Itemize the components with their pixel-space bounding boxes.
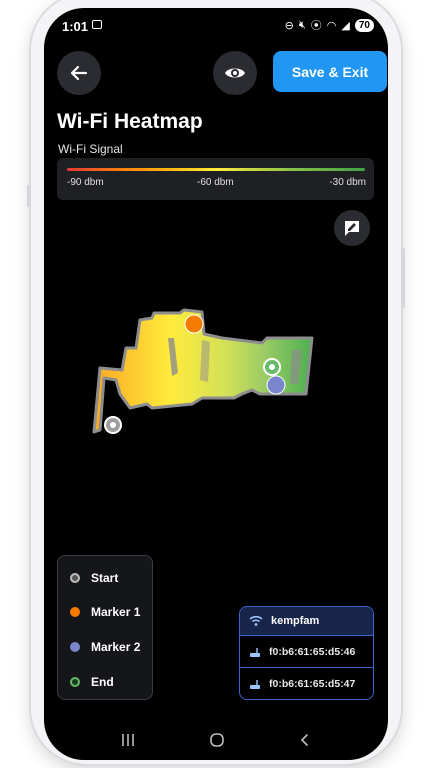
marker-1-dot-icon bbox=[70, 607, 80, 617]
legend-label: Start bbox=[91, 571, 119, 585]
status-bar: 1:01 ⊖ 🔇︎ ⦿ ◠ ◢ 70 bbox=[44, 8, 388, 36]
start-marker[interactable] bbox=[104, 416, 122, 434]
tick-label: -30 dbm bbox=[329, 177, 366, 188]
marker-legend: Start Marker 1 Marker 2 End bbox=[57, 555, 153, 700]
status-time: 1:01 bbox=[62, 19, 89, 34]
network-ssid-row[interactable]: kempfam bbox=[240, 607, 373, 635]
volume-button bbox=[401, 248, 405, 308]
legend-label: Marker 1 bbox=[91, 605, 141, 619]
legend-item-start: Start bbox=[70, 571, 118, 585]
end-dot-icon bbox=[70, 677, 80, 687]
heatmap-floorplan bbox=[92, 308, 314, 434]
system-nav-bar bbox=[44, 720, 388, 760]
recent-apps-icon[interactable] bbox=[120, 733, 136, 747]
status-icons: ⊖ 🔇︎ ⦿ ◠ ◢ 70 bbox=[285, 17, 374, 33]
signal-gradient bbox=[67, 168, 365, 171]
back-nav-icon[interactable] bbox=[298, 733, 312, 747]
legend-item-end: End bbox=[70, 675, 114, 689]
location-icon: ⦿ bbox=[310, 20, 322, 32]
battery-badge: 70 bbox=[354, 18, 374, 32]
dnd-icon: ⊖ bbox=[284, 19, 294, 32]
page-title: Wi-Fi Heatmap bbox=[57, 110, 203, 133]
network-ssid: kempfam bbox=[271, 615, 320, 627]
back-arrow-icon bbox=[70, 65, 88, 81]
feedback-icon bbox=[345, 221, 359, 236]
wifi-icon bbox=[249, 615, 263, 626]
network-panel: kempfam f0:b6:61:65:d5:46 f0:b6:61:65:d5… bbox=[239, 606, 374, 700]
legend-label: End bbox=[91, 675, 114, 689]
volume-button bbox=[27, 185, 31, 207]
signal-icon: ◢ bbox=[341, 19, 350, 32]
marker-1[interactable] bbox=[184, 314, 204, 334]
preview-button[interactable] bbox=[213, 51, 257, 95]
router-icon bbox=[250, 679, 260, 689]
access-point-mac: f0:b6:61:65:d5:47 bbox=[269, 677, 356, 690]
access-point-row[interactable]: f0:b6:61:65:d5:47 bbox=[240, 667, 373, 699]
eye-icon bbox=[225, 68, 245, 78]
tick-label: -60 dbm bbox=[197, 177, 234, 188]
start-dot-icon bbox=[70, 573, 80, 583]
signal-scale: -90 dbm -60 dbm -30 dbm bbox=[57, 158, 374, 200]
mute-icon: 🔇︎ bbox=[298, 18, 306, 31]
access-point-row[interactable]: f0:b6:61:65:d5:46 bbox=[240, 635, 373, 667]
screenshot-indicator-icon bbox=[92, 20, 102, 29]
tick-label: -90 dbm bbox=[67, 177, 104, 188]
access-point-mac: f0:b6:61:65:d5:46 bbox=[269, 645, 356, 658]
router-icon bbox=[250, 647, 260, 657]
save-exit-button[interactable]: Save & Exit bbox=[273, 51, 387, 92]
signal-label: Wi-Fi Signal bbox=[58, 142, 123, 156]
marker-2-dot-icon bbox=[70, 642, 80, 652]
feedback-button[interactable] bbox=[334, 210, 370, 246]
home-icon[interactable] bbox=[209, 732, 225, 748]
end-marker[interactable] bbox=[263, 358, 281, 376]
wifi-status-icon: ◠ bbox=[326, 19, 337, 32]
back-button[interactable] bbox=[57, 51, 101, 95]
legend-item-marker-1: Marker 1 bbox=[70, 605, 140, 619]
app-screen: 1:01 ⊖ 🔇︎ ⦿ ◠ ◢ 70 Save & Exit Wi-Fi Hea… bbox=[44, 8, 388, 760]
legend-item-marker-2: Marker 2 bbox=[70, 640, 140, 654]
marker-2[interactable] bbox=[266, 375, 286, 395]
legend-label: Marker 2 bbox=[91, 640, 141, 654]
